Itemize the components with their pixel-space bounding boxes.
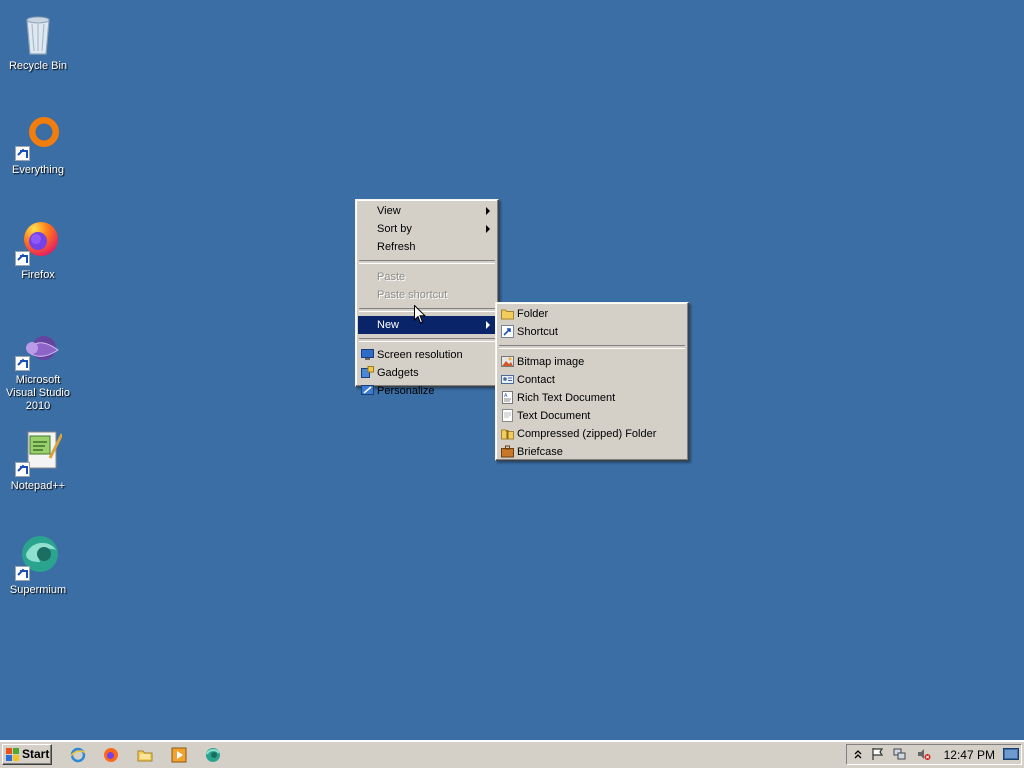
shortcut-arrow-icon xyxy=(15,462,30,477)
supermium-icon xyxy=(14,532,62,581)
menu-item-paste: Paste xyxy=(358,268,496,286)
briefcase-icon xyxy=(501,445,514,458)
new-item-folder[interactable]: Folder xyxy=(498,305,686,323)
menu-item-personalize[interactable]: Personalize xyxy=(358,382,496,400)
menu-item-screen-resolution[interactable]: Screen resolution xyxy=(358,346,496,364)
menu-item-label: Briefcase xyxy=(517,446,563,458)
desktop-icon-label: Notepad++ xyxy=(10,480,66,492)
rich-text-document-icon: A xyxy=(501,391,514,404)
shortcut-arrow-icon xyxy=(15,566,30,581)
menu-item-label: Rich Text Document xyxy=(517,392,616,404)
show-desktop-icon[interactable] xyxy=(1003,747,1019,761)
everything-icon xyxy=(14,112,62,161)
contact-icon xyxy=(501,373,514,386)
windows-logo-icon xyxy=(6,748,20,761)
desktop-icon-recycle-bin[interactable]: Recycle Bin xyxy=(0,8,76,73)
desktop-icon-supermium[interactable]: Supermium xyxy=(0,532,76,597)
folder-icon xyxy=(501,307,514,320)
taskbar-clock[interactable]: 12:47 PM xyxy=(944,748,995,762)
menu-item-label: Compressed (zipped) Folder xyxy=(517,428,657,440)
menu-item-label: Refresh xyxy=(377,241,416,253)
menu-item-label: Sort by xyxy=(377,223,412,235)
submenu-arrow-icon xyxy=(486,207,490,215)
shortcut-icon xyxy=(501,325,514,338)
network-icon[interactable] xyxy=(893,747,907,761)
menu-separator xyxy=(359,338,495,342)
screen-resolution-icon xyxy=(361,348,374,361)
firefox-icon xyxy=(14,217,62,266)
mouse-cursor-icon xyxy=(414,304,427,325)
new-item-rtf[interactable]: A Rich Text Document xyxy=(498,389,686,407)
menu-item-label: Folder xyxy=(517,308,549,320)
firefox-icon[interactable] xyxy=(103,747,119,763)
menu-separator xyxy=(359,260,495,264)
volume-muted-icon[interactable] xyxy=(917,747,931,761)
desktop-icon-visual-studio[interactable]: Microsoft Visual Studio 2010 xyxy=(0,322,76,413)
menu-separator xyxy=(499,345,685,349)
desktop-icon-label: Firefox xyxy=(21,269,55,281)
new-item-bitmap[interactable]: Bitmap image xyxy=(498,353,686,371)
menu-item-label: Text Document xyxy=(517,410,591,422)
new-submenu: Folder Shortcut Bitmap image Contact A R… xyxy=(495,302,689,461)
menu-item-label: Bitmap image xyxy=(517,356,585,368)
menu-item-label: Contact xyxy=(517,374,555,386)
system-tray: 12:47 PM xyxy=(846,744,1022,765)
media-player-icon[interactable] xyxy=(171,747,187,763)
compressed-folder-icon xyxy=(501,427,514,440)
desktop-icon-notepadpp[interactable]: Notepad++ xyxy=(0,428,76,493)
menu-item-paste-shortcut: Paste shortcut xyxy=(358,286,496,304)
notepadpp-icon xyxy=(14,428,64,477)
desktop-context-menu: View Sort by Refresh Paste Paste shortcu… xyxy=(355,199,499,397)
bitmap-image-icon xyxy=(501,355,514,368)
new-item-shortcut[interactable]: Shortcut xyxy=(498,323,686,341)
desktop-icon-label: Supermium xyxy=(9,584,67,596)
new-item-zip[interactable]: Compressed (zipped) Folder xyxy=(498,425,686,443)
visual-studio-icon xyxy=(14,322,62,371)
desktop-icon-label: Recycle Bin xyxy=(8,60,68,72)
start-label: Start xyxy=(22,747,50,761)
menu-item-gadgets[interactable]: Gadgets xyxy=(358,364,496,382)
menu-item-label: Paste xyxy=(377,271,406,283)
menu-item-label: Shortcut xyxy=(517,326,558,338)
menu-item-label: View xyxy=(377,205,401,217)
new-item-contact[interactable]: Contact xyxy=(498,371,686,389)
recycle-bin-icon xyxy=(14,8,62,56)
shortcut-arrow-icon xyxy=(15,356,30,371)
menu-item-new[interactable]: New xyxy=(358,316,496,334)
ie-icon[interactable] xyxy=(70,747,86,763)
desktop-icon-firefox[interactable]: Firefox xyxy=(0,217,76,282)
submenu-arrow-icon xyxy=(486,225,490,233)
action-center-flag-icon[interactable] xyxy=(871,747,885,761)
new-item-text[interactable]: Text Document xyxy=(498,407,686,425)
personalize-icon xyxy=(361,384,374,397)
desktop-icon-label: Everything xyxy=(12,164,64,176)
menu-item-refresh[interactable]: Refresh xyxy=(358,238,496,256)
menu-item-label: New xyxy=(377,319,400,331)
menu-separator xyxy=(359,308,495,312)
text-document-icon xyxy=(501,409,514,422)
explorer-icon[interactable] xyxy=(137,747,153,763)
shortcut-arrow-icon xyxy=(15,146,30,161)
show-hidden-icons-icon[interactable] xyxy=(851,747,865,761)
menu-item-label: Paste shortcut xyxy=(377,289,448,301)
menu-item-label: Screen resolution xyxy=(377,349,463,361)
gadgets-icon xyxy=(361,366,374,379)
desktop-icon-everything[interactable]: Everything xyxy=(0,112,76,177)
menu-item-view[interactable]: View xyxy=(358,202,496,220)
menu-item-sort-by[interactable]: Sort by xyxy=(358,220,496,238)
shortcut-arrow-icon xyxy=(15,251,30,266)
menu-item-label: Gadgets xyxy=(377,367,419,379)
submenu-arrow-icon xyxy=(486,321,490,329)
new-item-briefcase[interactable]: Briefcase xyxy=(498,443,686,461)
start-button[interactable]: Start xyxy=(2,744,52,765)
desktop-icon-label: Microsoft Visual Studio 2010 xyxy=(5,374,70,412)
menu-item-label: Personalize xyxy=(377,385,435,397)
taskbar: Start 12:47 PM xyxy=(0,740,1024,768)
supermium-icon[interactable] xyxy=(205,747,221,763)
